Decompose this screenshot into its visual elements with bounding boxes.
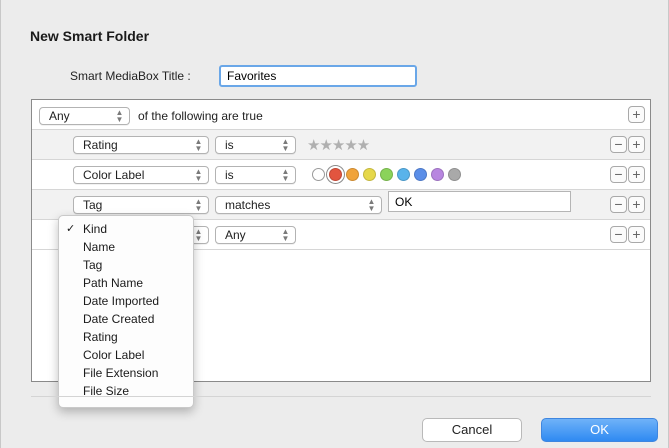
add-criterion-button[interactable]: + <box>628 136 645 153</box>
match-any-label: Any <box>49 109 70 123</box>
criterion-operator-label: matches <box>225 198 271 212</box>
smart-folder-dialog: New Smart Folder Smart MediaBox Title : … <box>0 0 669 448</box>
field-menu-item-label: Kind <box>83 222 108 236</box>
color-swatch[interactable] <box>380 168 393 181</box>
updown-chevron-icon: ▲ ▼ <box>281 137 290 153</box>
criterion-operator-popup[interactable]: is ▲ ▼ <box>215 136 296 154</box>
updown-chevron-icon: ▲ ▼ <box>367 197 376 213</box>
field-menu-item[interactable]: Rating <box>59 328 193 346</box>
ok-button[interactable]: OK <box>541 418 658 442</box>
updown-chevron-icon: ▲ ▼ <box>281 167 290 183</box>
field-menu-item[interactable]: Tag <box>59 256 193 274</box>
rating-stars[interactable]: ★★★★★ <box>307 136 370 154</box>
field-menu-item-label: Path Name <box>83 276 144 290</box>
updown-chevron-icon: ▲ ▼ <box>194 197 203 213</box>
criterion-field-label: Rating <box>83 138 118 152</box>
updown-chevron-icon: ▲ ▼ <box>281 227 290 243</box>
match-suffix-text: of the following are true <box>138 109 263 123</box>
cancel-button[interactable]: Cancel <box>422 418 522 442</box>
field-menu-item-label: Color Label <box>83 348 145 362</box>
mediabox-title-input[interactable] <box>219 65 417 87</box>
criterion-row-rating: Rating ▲ ▼ is ▲ ▼ ★★★★★ − + <box>32 130 650 160</box>
field-menu-item-label: Date Imported <box>83 294 160 308</box>
add-criterion-button[interactable]: + <box>628 226 645 243</box>
criterion-operator-popup[interactable]: matches ▲ ▼ <box>215 196 382 214</box>
minus-icon: − <box>614 196 623 212</box>
plus-icon: + <box>632 196 641 212</box>
field-menu-item[interactable]: ✓ Kind <box>59 220 193 238</box>
field-popup-menu: ✓ Kind Name Tag Path Name Date Imported Date C… <box>58 215 194 408</box>
tag-value-input[interactable] <box>388 191 571 212</box>
plus-icon: + <box>632 166 641 182</box>
remove-criterion-button[interactable]: − <box>610 166 627 183</box>
mediabox-title-label: Smart MediaBox Title : <box>70 69 191 83</box>
criterion-operator-popup[interactable]: Any ▲ ▼ <box>215 226 296 244</box>
remove-criterion-button[interactable]: − <box>610 136 627 153</box>
field-menu-item[interactable]: File Size <box>59 382 193 400</box>
checkmark-icon: ✓ <box>66 223 76 235</box>
field-menu-item-label: Rating <box>83 330 118 344</box>
minus-icon: − <box>614 136 623 152</box>
criterion-operator-label: Any <box>225 228 246 242</box>
color-swatch[interactable] <box>431 168 444 181</box>
criterion-field-popup[interactable]: Tag ▲ ▼ <box>73 196 209 214</box>
updown-chevron-icon: ▲ ▼ <box>194 227 203 243</box>
criterion-field-popup[interactable]: Rating ▲ ▼ <box>73 136 209 154</box>
field-menu-item-label: Name <box>83 240 116 254</box>
color-swatch[interactable] <box>448 168 461 181</box>
add-criterion-button[interactable]: + <box>628 166 645 183</box>
plus-icon: + <box>632 106 641 122</box>
criterion-operator-label: is <box>225 168 234 182</box>
field-menu-item-label: File Extension <box>83 366 159 380</box>
color-swatch[interactable] <box>329 168 342 181</box>
updown-chevron-icon: ▲ ▼ <box>115 108 124 124</box>
criterion-operator-popup[interactable]: is ▲ ▼ <box>215 166 296 184</box>
color-swatch[interactable] <box>414 168 427 181</box>
minus-icon: − <box>614 226 623 242</box>
field-menu-item-label: Tag <box>83 258 103 272</box>
criterion-field-label: Tag <box>83 198 103 212</box>
field-menu-item[interactable]: Date Created <box>59 310 193 328</box>
minus-icon: − <box>614 166 623 182</box>
add-criterion-button[interactable]: + <box>628 196 645 213</box>
field-menu-item[interactable]: Name <box>59 238 193 256</box>
criterion-field-popup[interactable]: Color Label ▲ ▼ <box>73 166 209 184</box>
color-swatch[interactable] <box>346 168 359 181</box>
remove-criterion-button[interactable]: − <box>610 226 627 243</box>
field-menu-item[interactable]: File Extension <box>59 364 193 382</box>
field-menu-item[interactable]: Date Imported <box>59 292 193 310</box>
criterion-row-color-label: Color Label ▲ ▼ is ▲ ▼ − + <box>32 160 650 190</box>
criterion-operator-label: is <box>225 138 234 152</box>
remove-criterion-button[interactable]: − <box>610 196 627 213</box>
field-menu-item[interactable]: Color Label <box>59 346 193 364</box>
match-any-popup[interactable]: Any ▲ ▼ <box>39 107 130 125</box>
color-swatch[interactable] <box>312 168 325 181</box>
dialog-title: New Smart Folder <box>30 28 150 44</box>
plus-icon: + <box>632 136 641 152</box>
updown-chevron-icon: ▲ ▼ <box>194 137 203 153</box>
color-swatch[interactable] <box>363 168 376 181</box>
plus-icon: + <box>632 226 641 242</box>
criterion-field-label: Color Label <box>83 168 145 182</box>
add-criterion-button[interactable]: + <box>628 106 645 123</box>
field-menu-item[interactable]: Path Name <box>59 274 193 292</box>
divider <box>31 396 651 397</box>
field-menu-item-label: Date Created <box>83 312 155 326</box>
criteria-header-row: Any ▲ ▼ of the following are true + <box>32 100 650 130</box>
updown-chevron-icon: ▲ ▼ <box>194 167 203 183</box>
color-swatch[interactable] <box>397 168 410 181</box>
